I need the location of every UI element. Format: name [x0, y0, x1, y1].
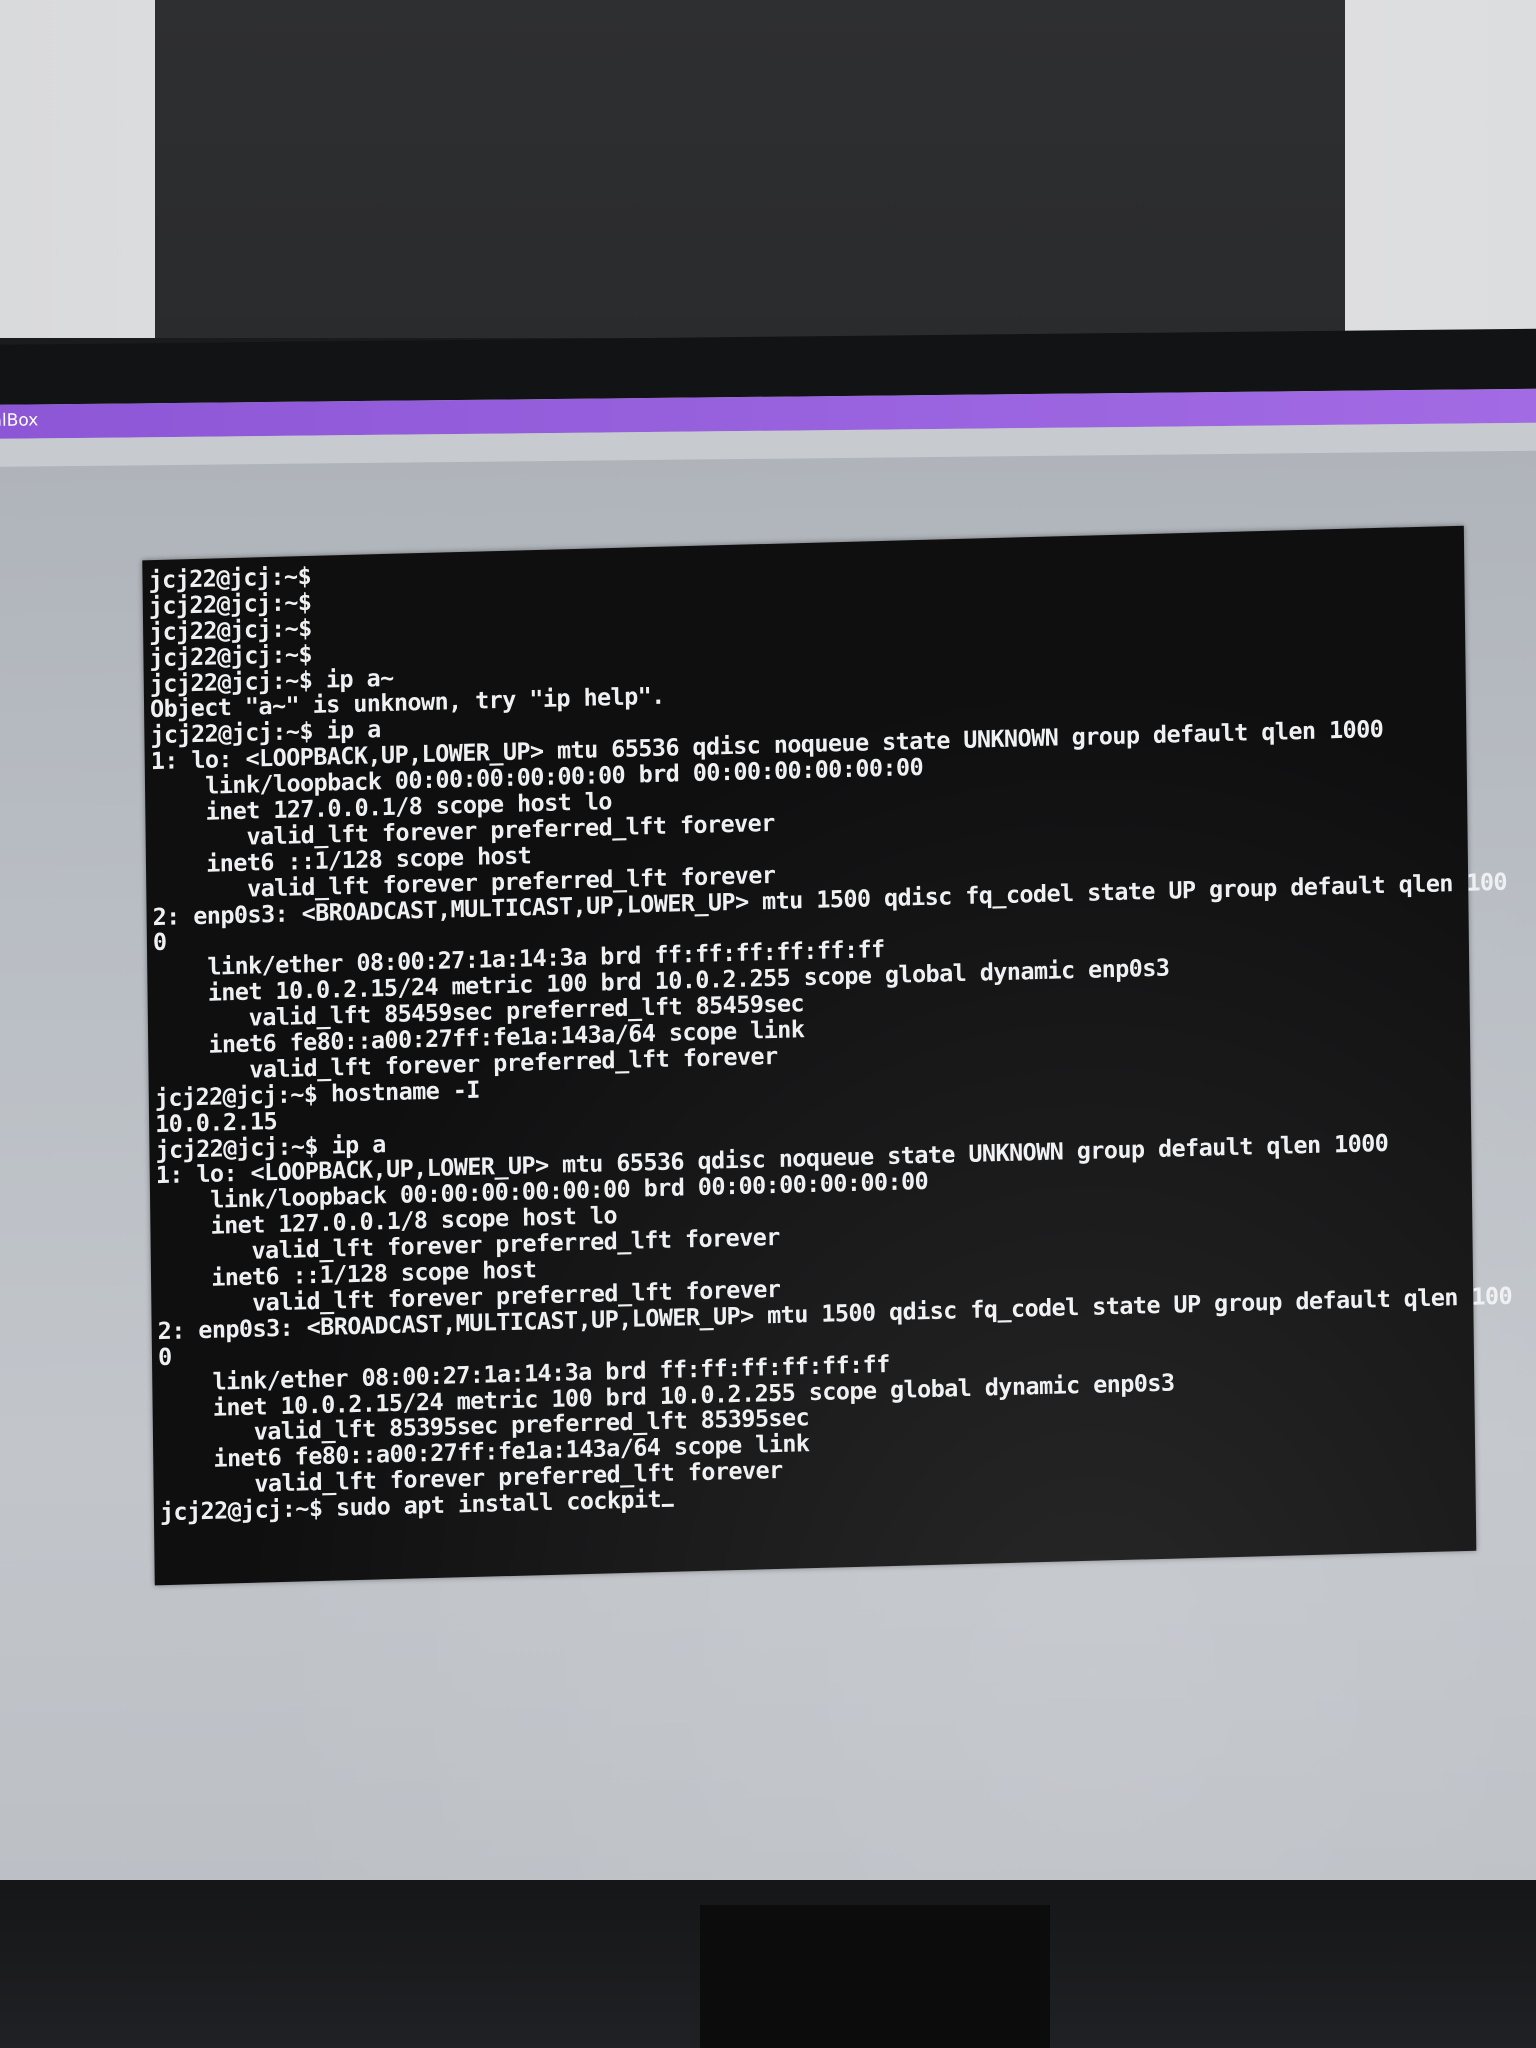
monitor-stand-base [700, 1905, 1050, 2048]
terminal-console[interactable]: jcj22@jcj:~$ jcj22@jcj:~$ jcj22@jcj:~$ jcj2… [142, 525, 1512, 1586]
text-cursor [662, 1503, 675, 1508]
monitor-bezel: ualBox jcj22@jcj:~$ jcj22@jcj:~$ jcj22@jcj… [0, 328, 1536, 2048]
monitor-screen: ualBox jcj22@jcj:~$ jcj22@jcj:~$ jcj22@jcj… [0, 388, 1536, 1910]
window-title: ualBox [0, 410, 39, 431]
background-monitor [155, 0, 1345, 356]
terminal-output: jcj22@jcj:~$ jcj22@jcj:~$ jcj22@jcj:~$ jcj2… [148, 534, 1512, 1527]
prompt: jcj22@jcj:~$ [159, 1493, 323, 1527]
photo-scene: ualBox jcj22@jcj:~$ jcj22@jcj:~$ jcj22@jcj… [0, 0, 1536, 2048]
